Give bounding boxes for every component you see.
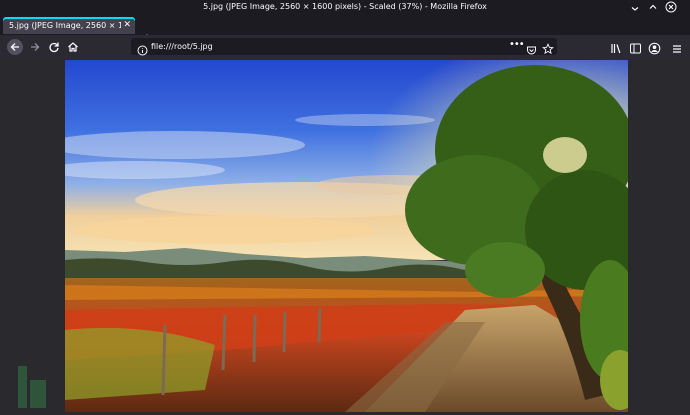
image-viewer — [0, 59, 690, 415]
sidebar-icon[interactable] — [629, 40, 642, 59]
url-bar[interactable]: file:///root/5.jpg ••• — [131, 38, 557, 56]
tab-strip: 5.jpg (JPEG Image, 2560 × 1600 pixels) ✕… — [0, 16, 690, 47]
account-icon[interactable] — [648, 40, 661, 59]
home-button[interactable] — [65, 39, 81, 55]
minimize-icon[interactable] — [629, 1, 641, 13]
tab-image[interactable]: 5.jpg (JPEG Image, 2560 × 1600 pixels) ✕ — [3, 17, 135, 34]
library-icon[interactable] — [610, 40, 623, 59]
pocket-icon[interactable] — [526, 41, 537, 60]
close-icon[interactable] — [665, 1, 677, 13]
back-button[interactable] — [7, 39, 23, 55]
reload-button[interactable] — [46, 39, 62, 55]
maximize-icon[interactable] — [647, 1, 659, 13]
page-actions-icon[interactable]: ••• — [509, 39, 525, 50]
back-icon — [10, 43, 19, 51]
window-titlebar: 5.jpg (JPEG Image, 2560 × 1600 pixels) -… — [0, 0, 690, 16]
reload-icon — [49, 42, 59, 53]
window-title: 5.jpg (JPEG Image, 2560 × 1600 pixels) -… — [203, 2, 487, 11]
forward-icon — [31, 43, 40, 51]
url-text[interactable]: file:///root/5.jpg — [151, 42, 213, 51]
landscape-photo[interactable] — [65, 60, 628, 412]
tab-title: 5.jpg (JPEG Image, 2560 × 1600 pixels) — [9, 21, 121, 30]
watermark-logo — [18, 366, 46, 408]
info-icon[interactable] — [137, 41, 148, 60]
forward-button[interactable] — [27, 39, 43, 55]
bookmark-star-icon[interactable] — [542, 40, 554, 59]
tab-close-icon[interactable]: ✕ — [123, 20, 131, 30]
home-icon — [68, 42, 78, 52]
menu-icon[interactable] — [671, 40, 683, 59]
nav-bar: file:///root/5.jpg ••• — [0, 35, 690, 59]
